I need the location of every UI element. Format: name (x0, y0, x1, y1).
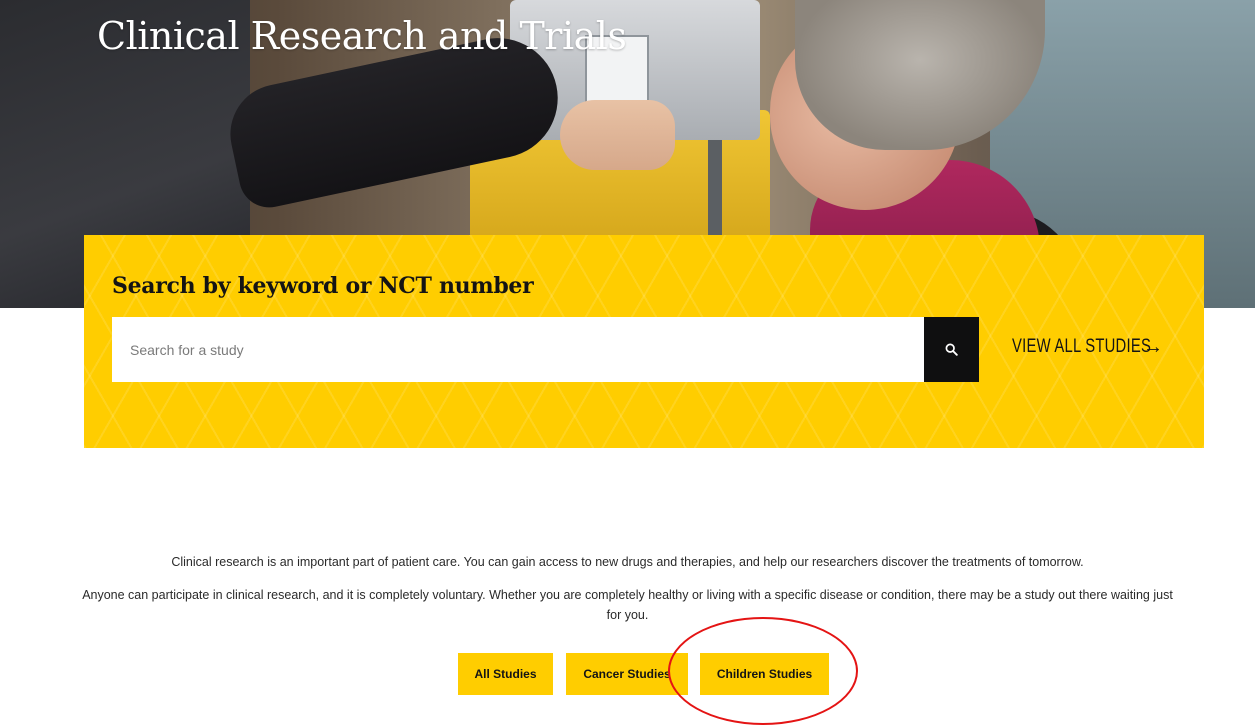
study-search-panel: Search by keyword or NCT number VIEW ALL… (84, 235, 1204, 448)
view-all-studies-link[interactable]: VIEW ALL STUDIES → (1012, 336, 1163, 358)
view-all-studies-label: VIEW ALL STUDIES (1012, 336, 1152, 357)
search-icon (945, 343, 958, 356)
all-studies-button[interactable]: All Studies (458, 653, 553, 695)
search-button[interactable] (924, 317, 979, 382)
hero-photo-hand (560, 100, 675, 170)
intro-paragraph-1: Clinical research is an important part o… (171, 555, 1084, 569)
cancer-studies-button[interactable]: Cancer Studies (566, 653, 688, 695)
search-heading: Search by keyword or NCT number (112, 273, 534, 299)
page-title: Clinical Research and Trials (97, 14, 627, 58)
children-studies-button[interactable]: Children Studies (700, 653, 829, 695)
search-input[interactable] (112, 317, 924, 382)
intro-text: Clinical research is an important part o… (80, 552, 1175, 638)
intro-paragraph-2: Anyone can participate in clinical resea… (82, 588, 1173, 622)
